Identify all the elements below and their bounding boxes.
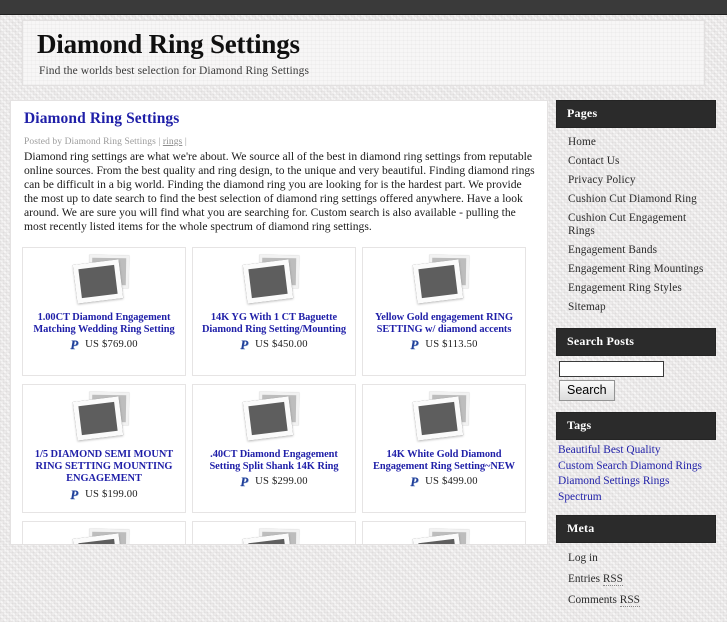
widget-tags-body: Beautiful Best Quality Custom Search Dia… bbox=[556, 440, 716, 509]
post-meta-suffix: | bbox=[184, 137, 187, 147]
product-card[interactable] bbox=[22, 520, 186, 544]
widget-meta: Meta Log in Entries RSS Comments RSS bbox=[556, 515, 722, 616]
product-card[interactable]: 14K YG With 1 CT Baguette Diamond Ring S… bbox=[192, 246, 356, 376]
rss-label: RSS bbox=[602, 573, 623, 587]
product-price-row: P US $769.00 bbox=[70, 338, 138, 351]
product-price-row: P US $499.00 bbox=[410, 475, 478, 488]
main-content: Diamond Ring Settings Posted by Diamond … bbox=[10, 100, 548, 545]
sidebar-meta-label: Comments bbox=[568, 594, 617, 607]
product-card[interactable]: 1/5 DIAMOND SEMI MOUNT RING SETTING MOUN… bbox=[22, 383, 186, 513]
sidebar-page-link[interactable]: Home bbox=[556, 133, 716, 152]
broken-image-icon bbox=[72, 254, 135, 309]
page-wrapper: Diamond Ring Settings Posted by Diamond … bbox=[10, 100, 722, 608]
widget-tags-heading: Tags bbox=[556, 412, 716, 441]
product-card[interactable] bbox=[192, 520, 356, 544]
site-header: Diamond Ring Settings Find the worlds be… bbox=[22, 20, 705, 86]
product-title[interactable]: 14K YG With 1 CT Baguette Diamond Ring S… bbox=[193, 312, 355, 337]
paypal-icon: P bbox=[240, 337, 249, 353]
product-title[interactable]: 1/5 DIAMOND SEMI MOUNT RING SETTING MOUN… bbox=[23, 449, 185, 486]
sidebar-page-link[interactable]: Engagement Bands bbox=[556, 241, 716, 260]
tag-link[interactable]: Best Quality bbox=[603, 444, 660, 456]
product-card[interactable]: 1.00CT Diamond Engagement Matching Weddi… bbox=[22, 246, 186, 376]
widget-search-heading: Search Posts bbox=[556, 328, 716, 356]
tag-link[interactable]: Beautiful bbox=[558, 444, 600, 456]
widget-tags: Tags Beautiful Best Quality Custom Searc… bbox=[556, 412, 722, 509]
rss-label: RSS bbox=[619, 594, 640, 608]
tag-link[interactable]: Diamond Settings bbox=[558, 475, 640, 487]
sidebar: Pages Home Contact Us Privacy Policy Cushio… bbox=[556, 100, 722, 622]
sidebar-page-link[interactable]: Privacy Policy bbox=[556, 171, 716, 190]
post-meta-tag-link[interactable]: rings bbox=[163, 137, 183, 147]
product-title[interactable]: Yellow Gold engagement RING SETTING w/ d… bbox=[363, 312, 525, 337]
sidebar-meta-label: Entries bbox=[568, 573, 600, 586]
sidebar-page-link[interactable]: Sitemap bbox=[556, 298, 716, 317]
broken-image-icon bbox=[242, 391, 305, 446]
paypal-icon: P bbox=[70, 486, 79, 502]
broken-image-icon bbox=[412, 391, 475, 446]
widget-search: Search Posts Search bbox=[556, 328, 722, 406]
widget-meta-heading: Meta bbox=[556, 515, 716, 544]
broken-image-icon bbox=[72, 528, 135, 544]
broken-image-icon bbox=[412, 528, 475, 544]
broken-image-icon bbox=[242, 528, 305, 544]
sidebar-page-link[interactable]: Contact Us bbox=[556, 152, 716, 171]
product-grid: 1.00CT Diamond Engagement Matching Weddi… bbox=[22, 246, 538, 544]
product-card[interactable]: 14K White Gold Diamond Engagement Ring S… bbox=[362, 383, 526, 513]
sidebar-meta-label: Log in bbox=[568, 552, 598, 565]
product-title[interactable]: 14K White Gold Diamond Engagement Ring S… bbox=[363, 449, 525, 474]
site-title: Diamond Ring Settings bbox=[37, 29, 300, 59]
search-input[interactable] bbox=[559, 361, 664, 377]
product-price: US $299.00 bbox=[255, 476, 308, 488]
product-price: US $450.00 bbox=[255, 339, 308, 351]
widget-pages-heading: Pages bbox=[556, 100, 716, 128]
paypal-icon: P bbox=[240, 474, 249, 490]
search-button[interactable]: Search bbox=[559, 380, 615, 402]
broken-image-icon bbox=[412, 254, 475, 309]
product-price-row: P US $199.00 bbox=[70, 488, 138, 501]
product-price-row: P US $299.00 bbox=[240, 475, 308, 488]
post-meta-author: Posted by Diamond Ring Settings | bbox=[24, 137, 161, 147]
tag-link[interactable]: Diamond Rings bbox=[630, 460, 702, 472]
post-body: Diamond ring settings are what we're abo… bbox=[24, 150, 535, 234]
browser-top-bar bbox=[0, 0, 727, 15]
widget-search-body: Search bbox=[556, 356, 716, 406]
widget-pages-body: Home Contact Us Privacy Policy Cushion Cut … bbox=[556, 128, 716, 322]
sidebar-page-link[interactable]: Engagement Ring Styles bbox=[556, 279, 716, 298]
broken-image-icon bbox=[72, 391, 135, 446]
product-price: US $499.00 bbox=[425, 476, 478, 488]
product-price: US $769.00 bbox=[85, 339, 138, 351]
product-title[interactable]: .40CT Diamond Engagement Setting Split S… bbox=[193, 449, 355, 474]
sidebar-meta-link[interactable]: Comments RSS bbox=[556, 590, 716, 611]
sidebar-meta-link[interactable]: Entries RSS bbox=[556, 569, 716, 590]
product-price-row: P US $450.00 bbox=[240, 338, 308, 351]
product-card[interactable]: .40CT Diamond Engagement Setting Split S… bbox=[192, 383, 356, 513]
product-card[interactable]: Yellow Gold engagement RING SETTING w/ d… bbox=[362, 246, 526, 376]
sidebar-page-link[interactable]: Cushion Cut Diamond Ring bbox=[556, 190, 716, 209]
sidebar-meta-link[interactable]: Log in bbox=[556, 548, 716, 569]
site-tagline: Find the worlds best selection for Diamo… bbox=[39, 64, 310, 77]
product-price-row: P US $113.50 bbox=[410, 338, 477, 351]
tag-link[interactable]: Rings bbox=[643, 475, 670, 487]
widget-meta-body: Log in Entries RSS Comments RSS bbox=[556, 543, 716, 616]
product-price: US $113.50 bbox=[425, 339, 478, 351]
product-card[interactable] bbox=[362, 520, 526, 544]
paypal-icon: P bbox=[70, 337, 79, 353]
tag-link[interactable]: Spectrum bbox=[558, 491, 602, 503]
sidebar-page-link[interactable]: Cushion Cut Engagement Rings bbox=[556, 209, 716, 241]
paypal-icon: P bbox=[410, 337, 419, 353]
paypal-icon: P bbox=[410, 474, 419, 490]
post-title: Diamond Ring Settings bbox=[24, 110, 180, 127]
widget-pages: Pages Home Contact Us Privacy Policy Cushio… bbox=[556, 100, 722, 322]
broken-image-icon bbox=[242, 254, 305, 309]
post-meta: Posted by Diamond Ring Settings | rings … bbox=[24, 137, 536, 147]
product-price: US $199.00 bbox=[85, 488, 138, 500]
tag-link[interactable]: Custom Search bbox=[558, 460, 627, 472]
product-title[interactable]: 1.00CT Diamond Engagement Matching Weddi… bbox=[23, 312, 185, 337]
sidebar-page-link[interactable]: Engagement Ring Mountings bbox=[556, 260, 716, 279]
